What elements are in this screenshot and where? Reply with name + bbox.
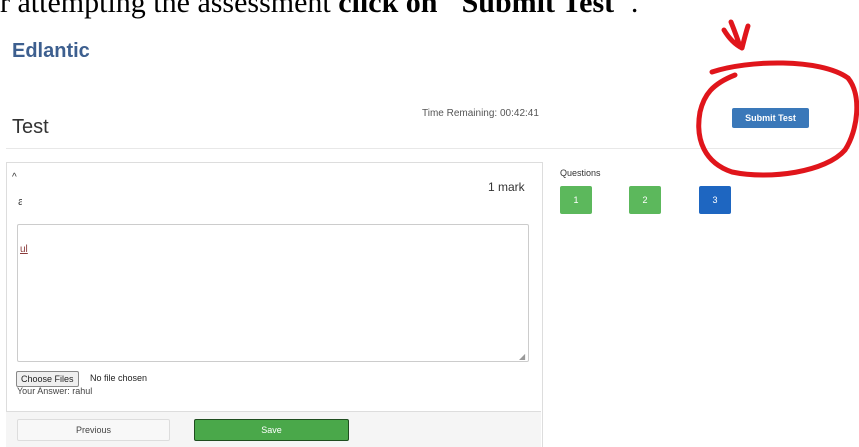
file-status: No file chosen [90, 373, 148, 383]
your-answer-text: Your Answer: rahul [17, 386, 93, 396]
question-3-button[interactable]: 3 [699, 186, 731, 214]
choose-files-button[interactable]: Choose Files [16, 371, 79, 387]
instruction-suffix: . [630, 0, 639, 19]
annotation-arrow [721, 19, 751, 51]
instruction-prefix: r attempting the assessment [0, 0, 339, 19]
question-1-button[interactable]: 1 [560, 186, 592, 214]
previous-button[interactable]: Previous [17, 419, 170, 441]
instruction-emphasis: click on "Submit Test" [338, 0, 631, 19]
time-remaining: Time Remaining: 00:42:41 [422, 108, 539, 119]
questions-label: Questions [560, 168, 601, 178]
question-2-button[interactable]: 2 [629, 186, 661, 214]
header-divider [6, 148, 850, 149]
question-marks: 1 mark [488, 180, 525, 194]
answer-textarea[interactable] [17, 224, 529, 362]
save-button[interactable]: Save [194, 419, 349, 441]
resize-handle-icon[interactable]: ◢ [519, 352, 525, 361]
page-title: Test [12, 116, 49, 138]
submit-test-button[interactable]: Submit Test [732, 108, 809, 128]
answer-text: ul [20, 244, 28, 255]
redaction-patch [22, 198, 56, 214]
collapse-icon[interactable]: ^ [12, 172, 17, 183]
brand-logo[interactable]: Edlantic [12, 40, 90, 63]
redaction-patch [66, 163, 81, 189]
instruction-caption: r attempting the assessment click on "Su… [0, 0, 638, 20]
